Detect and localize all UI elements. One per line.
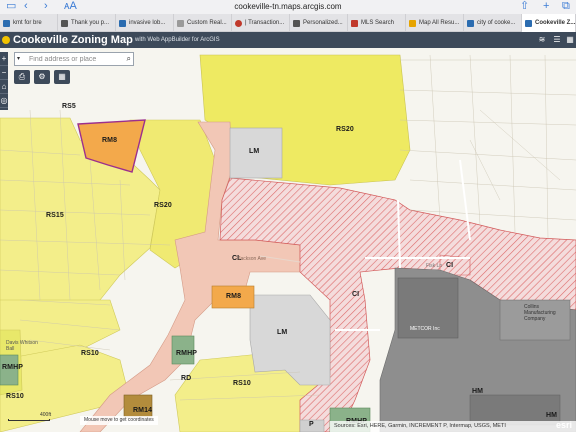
tab-label: Custom Real... (187, 20, 227, 26)
coordinate-readout: Mouse move to get coordinates (80, 416, 158, 425)
tab-label: invasive lob... (129, 20, 166, 26)
browser-tab[interactable]: Thank you p... (58, 14, 116, 32)
tab-label: | Transaction... (245, 20, 285, 26)
tab-label: Personalized... (303, 20, 343, 26)
tab-label: Thank you p... (71, 20, 110, 26)
tab-label: kmt for bre (13, 20, 42, 26)
app-window: { "browser": { "url": "cookeville-tn.map… (0, 0, 576, 432)
tab-label: Map All Resu... (419, 20, 460, 26)
scale-bar: 400ft (8, 412, 56, 424)
locate-button[interactable]: ◎ (0, 94, 8, 108)
zone-label: RMHP (2, 364, 24, 371)
place-label: Collins Manufacturing Company (524, 304, 556, 322)
zone-label: RM14 (133, 407, 153, 414)
tab-label: MLS Search (361, 20, 395, 26)
zone-label: P (309, 421, 314, 428)
browser-tab[interactable]: Custom Real... (174, 14, 232, 32)
zone-label: RS20 (154, 202, 172, 209)
zone-label: RM8 (102, 137, 118, 144)
print-icon[interactable]: ⎙ (14, 70, 30, 84)
map-attribution: Sources: Esri, HERE, Garmin, INCREMENT P… (330, 421, 576, 432)
tab-label: Cookeville Z... (535, 20, 576, 26)
zone-label: LM (249, 148, 260, 155)
browser-url-bar: ▭ ‹ › ᴀA cookeville-tn.maps.arcgis.com ⇧… (0, 0, 576, 14)
browser-tab[interactable]: | Transaction... (232, 14, 290, 32)
legend-icon[interactable]: ☰ (552, 35, 562, 45)
record-icon (235, 19, 242, 27)
zone-label: RS15 (46, 212, 64, 219)
place-label: METCOR Inc (410, 326, 440, 332)
browser-tab[interactable]: kmt for bre (0, 14, 58, 32)
zone-label: HM (546, 412, 558, 419)
bookmark-icon (119, 19, 126, 27)
basemap-icon[interactable]: ▦ (565, 35, 575, 45)
browser-tab[interactable]: Personalized... (290, 14, 348, 32)
zone-label: RMHP (176, 350, 198, 357)
browser-tab[interactable]: MLS Search (348, 14, 406, 32)
search-input[interactable] (29, 54, 119, 65)
zoning-map[interactable]: RS5 RM8 RS15 RS20 RS20 LM CL CI CI RM8 L… (0, 48, 576, 432)
zone-label: HM (472, 388, 484, 395)
map-side-toolbar: + − ⌂ ◎ (0, 52, 8, 110)
layers-icon[interactable]: ≋ (537, 35, 547, 45)
browser-tab[interactable]: Map All Resu... (406, 14, 464, 32)
place-label: Davis Whitson Ball (6, 340, 38, 352)
map-layer (0, 48, 576, 432)
widget-toolbar: ⎙ ⚙ ▦ (14, 70, 70, 84)
measure-icon[interactable]: ⚙ (34, 70, 50, 84)
zone-label: RS20 (336, 126, 354, 133)
zone-label: RM8 (226, 293, 242, 300)
address-bar[interactable]: cookeville-tn.maps.arcgis.com (200, 1, 376, 13)
tabs-overview-icon[interactable]: ⧉ (562, 0, 570, 14)
reader-icon[interactable]: ᴀA (64, 0, 77, 14)
zone-lm-south[interactable] (249, 294, 331, 386)
search-icon[interactable]: ⌕ (127, 54, 131, 64)
zone-label: RS10 (81, 350, 99, 357)
zone-label: LM (277, 329, 288, 336)
app-header: Cookeville Zoning Map with Web AppBuilde… (0, 32, 576, 48)
scale-text: 400ft (40, 412, 52, 418)
grid-icon[interactable]: ▦ (54, 70, 70, 84)
esri-logo[interactable]: esri (556, 420, 572, 430)
sidebar-toggle-icon[interactable]: ▭ (6, 0, 16, 14)
share-icon[interactable]: ⇧ (520, 0, 529, 14)
bookmark-icon (467, 19, 474, 27)
chevron-down-icon[interactable]: ▾ (17, 55, 20, 62)
home-button[interactable]: ⌂ (0, 80, 8, 94)
search-box: ▾ ⌕ (14, 52, 134, 66)
new-tab-icon[interactable]: + (543, 0, 549, 14)
zoom-in-button[interactable]: + (0, 52, 8, 66)
back-icon[interactable]: ‹ (24, 0, 28, 14)
bookmark-icon (3, 19, 10, 27)
zone-label: CI (352, 291, 360, 298)
browser-tab-active[interactable]: Cookeville Z... (522, 14, 576, 32)
zone-label: RS10 (6, 393, 24, 400)
page-icon (293, 19, 300, 27)
browser-tab[interactable]: invasive lob... (116, 14, 174, 32)
page-icon (61, 19, 68, 27)
zone-label: RS10 (233, 380, 251, 387)
app-subtitle: with Web AppBuilder for ArcGIS (135, 37, 220, 43)
zone-label: RS5 (62, 103, 76, 110)
zoom-out-button[interactable]: − (0, 66, 8, 80)
forward-icon[interactable]: › (44, 0, 48, 14)
page-icon (177, 19, 184, 27)
street-label: Jackson Ave (238, 256, 266, 262)
street-label: Fisk Ln (426, 263, 443, 269)
map-icon (409, 19, 416, 27)
zone-label: CI (446, 262, 454, 269)
bookmark-icon (525, 19, 532, 27)
app-title: Cookeville Zoning Map (13, 34, 133, 46)
tab-label: city of cooke... (477, 20, 516, 26)
mls-icon (351, 19, 358, 27)
browser-tab-bar: kmt for bre Thank you p... invasive lob.… (0, 14, 576, 32)
browser-tab[interactable]: city of cooke... (464, 14, 522, 32)
app-logo-icon (2, 36, 10, 44)
zone-label: RD (181, 375, 192, 382)
